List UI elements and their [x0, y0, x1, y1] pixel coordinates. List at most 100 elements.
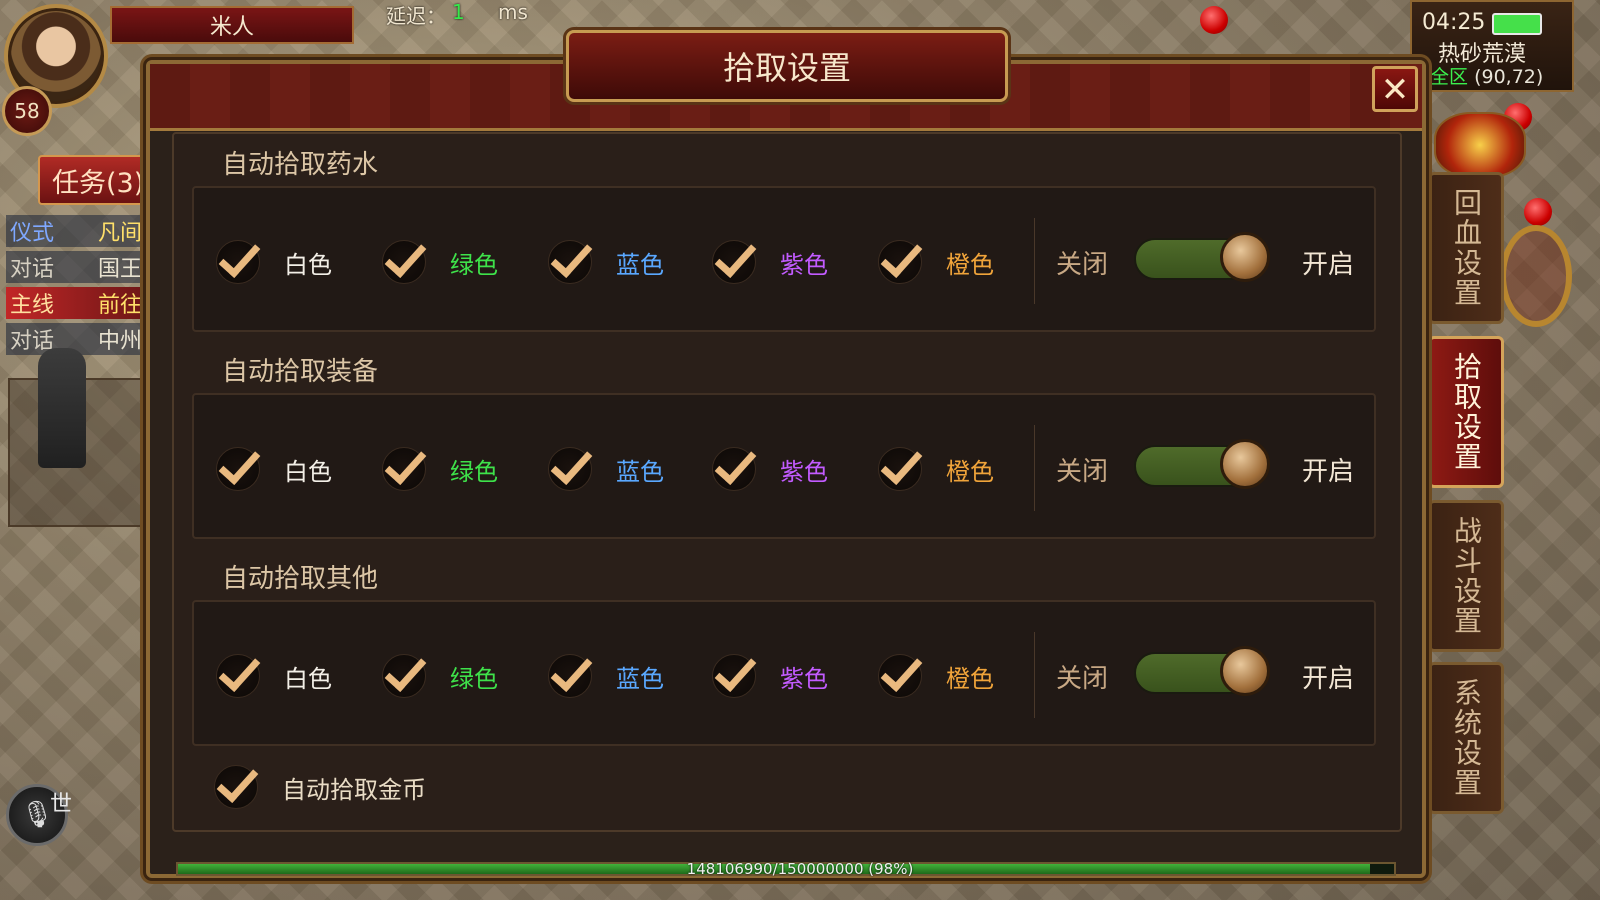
checkbox-label: 绿色 [450, 664, 498, 693]
checkbox-purple[interactable]: 紫色 [712, 234, 828, 284]
check-icon [550, 234, 593, 279]
check-icon [550, 441, 593, 486]
quest-text: 国王 [97, 257, 142, 282]
quest-text: 凡间 [97, 221, 142, 246]
check-icon [550, 648, 593, 693]
tasks-button[interactable]: 任务(3) [38, 155, 148, 205]
checkbox-label: 紫色 [780, 664, 828, 693]
checkbox-label: 橙色 [946, 457, 994, 486]
checkbox[interactable] [712, 441, 757, 491]
checkbox-orange[interactable]: 橙色 [878, 234, 994, 284]
section-title-potions: 自动拾取药水 [222, 150, 379, 180]
check-icon [384, 648, 427, 693]
checkbox[interactable] [216, 441, 261, 491]
auto-pickup-gold-label: 自动拾取金币 [282, 775, 426, 804]
quest-type: 仪式 [10, 221, 55, 246]
quest-row[interactable]: 仪式 凡间 [6, 215, 146, 247]
check-icon [880, 441, 923, 486]
coords-value: (90,72) [1474, 66, 1544, 88]
dialog-title: 拾取设置 [566, 30, 1008, 102]
player-level-badge: 58 [2, 86, 52, 136]
checkbox-label: 绿色 [450, 457, 498, 486]
checkbox[interactable] [382, 648, 427, 698]
checkbox[interactable] [712, 234, 757, 284]
quest-type: 对话 [10, 257, 55, 282]
tab-label: 拾取设置 [1450, 352, 1483, 472]
checkbox[interactable] [382, 441, 427, 491]
map-coordinates: 全区 (90,72) [1430, 62, 1543, 89]
toggle-knob[interactable] [1220, 646, 1270, 696]
checkbox-label: 绿色 [450, 250, 498, 279]
notification-dot-icon [1200, 6, 1228, 34]
check-icon [218, 441, 261, 486]
quest-row[interactable]: 对话 国王 [6, 251, 146, 283]
checkbox-orange[interactable]: 橙色 [878, 441, 994, 491]
skill-ring-icon[interactable] [1500, 225, 1572, 327]
checkbox[interactable] [548, 234, 593, 284]
checkbox[interactable] [548, 441, 593, 491]
latency-unit: ms [498, 0, 528, 24]
event-emblem-icon[interactable] [1434, 112, 1526, 178]
checkbox-green[interactable]: 绿色 [382, 441, 498, 491]
checkbox[interactable] [878, 648, 923, 698]
checkbox-white[interactable]: 白色 [216, 234, 332, 284]
checkbox-white[interactable]: 白色 [216, 441, 332, 491]
checkbox-label: 蓝色 [616, 664, 664, 693]
quest-type: 主线 [10, 293, 55, 318]
section-title-other: 自动拾取其他 [222, 564, 379, 594]
toggle-on-label: 开启 [1302, 457, 1355, 487]
checkbox-blue[interactable]: 蓝色 [548, 234, 664, 284]
checkbox-white[interactable]: 白色 [216, 648, 332, 698]
toggle-off-label: 关闭 [1056, 664, 1109, 694]
checkbox[interactable] [214, 759, 259, 809]
check-icon [880, 234, 923, 279]
checkbox[interactable] [878, 441, 923, 491]
checkbox-label: 紫色 [780, 457, 828, 486]
check-icon [216, 759, 259, 804]
toggle-knob[interactable] [1220, 439, 1270, 489]
character-figure [38, 348, 86, 468]
checkbox[interactable] [382, 234, 427, 284]
latency-label: 延迟： [386, 4, 446, 28]
checkbox-label: 白色 [284, 250, 332, 279]
potion-options-box: 白色 绿色 蓝色 紫色 橙色 关闭 开启 [192, 186, 1376, 332]
zone-label: 全区 [1430, 66, 1469, 88]
tab-system-settings[interactable]: 系统设置 [1428, 662, 1504, 814]
check-icon [714, 234, 757, 279]
tab-label: 战斗设置 [1450, 516, 1483, 636]
checkbox[interactable] [216, 648, 261, 698]
checkbox-green[interactable]: 绿色 [382, 234, 498, 284]
check-icon [880, 648, 923, 693]
toggle-knob[interactable] [1220, 232, 1270, 282]
quest-row[interactable]: 主线 前往 [6, 287, 146, 319]
other-options-box: 白色 绿色 蓝色 紫色 橙色 关闭 开启 [192, 600, 1376, 746]
checkbox[interactable] [548, 648, 593, 698]
tab-combat-settings[interactable]: 战斗设置 [1428, 500, 1504, 652]
world-chat-label[interactable]: 世 [50, 786, 72, 818]
checkbox-label: 橙色 [946, 250, 994, 279]
check-icon [384, 441, 427, 486]
checkbox-label: 橙色 [946, 664, 994, 693]
checkbox[interactable] [712, 648, 757, 698]
tab-label: 系统设置 [1450, 678, 1483, 798]
checkbox[interactable] [216, 234, 261, 284]
tab-pickup-settings[interactable]: 拾取设置 [1428, 336, 1504, 488]
toggle-off-label: 关闭 [1056, 250, 1109, 280]
quest-text: 中州 [97, 329, 142, 354]
tab-hp-recovery-settings[interactable]: 回血设置 [1428, 172, 1504, 324]
checkbox-purple[interactable]: 紫色 [712, 441, 828, 491]
checkbox-purple[interactable]: 紫色 [712, 648, 828, 698]
check-icon [218, 648, 261, 693]
check-icon [714, 441, 757, 486]
checkbox[interactable] [878, 234, 923, 284]
checkbox-orange[interactable]: 橙色 [878, 648, 994, 698]
checkbox-blue[interactable]: 蓝色 [548, 441, 664, 491]
section-title-equipment: 自动拾取装备 [222, 357, 379, 387]
quest-text: 前往 [97, 293, 142, 318]
checkbox-green[interactable]: 绿色 [382, 648, 498, 698]
check-icon [218, 234, 261, 279]
toggle-off-label: 关闭 [1056, 457, 1109, 487]
auto-pickup-gold-option[interactable]: 自动拾取金币 [214, 759, 426, 810]
checkbox-blue[interactable]: 蓝色 [548, 648, 664, 698]
close-icon[interactable]: ✕ [1372, 66, 1418, 112]
